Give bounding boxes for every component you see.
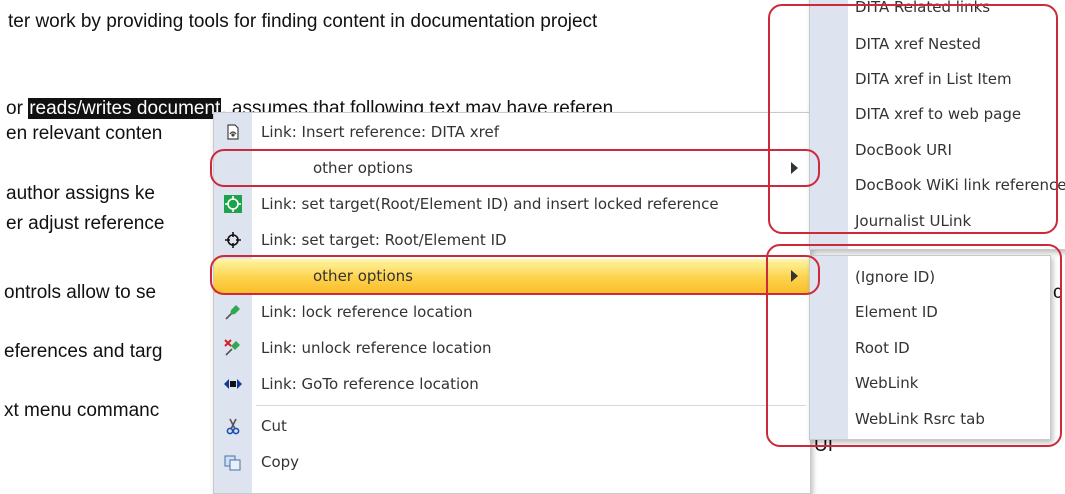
menu-item-copy[interactable]: Copy <box>214 445 810 479</box>
submenu-item-dita-xref-nested[interactable]: DITA xref Nested <box>810 27 1065 61</box>
submenu-item-label: (Ignore ID) <box>855 268 936 286</box>
submenu-item-label: Element ID <box>855 303 938 321</box>
submenu-item-element-id[interactable]: Element ID <box>810 295 1050 329</box>
submenu-item-label: WebLink <box>855 374 919 392</box>
submenu-item-label: DITA xref in List Item <box>855 70 1012 88</box>
doc-line-8: xt menu commanc <box>4 400 160 421</box>
unpin-icon <box>224 339 242 357</box>
menu-item-insert-dita-xref[interactable]: Link: Insert reference: DITA xref <box>214 115 810 149</box>
doc-line-4: author assigns ke <box>6 183 155 204</box>
submenu-item-dita-xref-web-page[interactable]: DITA xref to web page <box>810 97 1065 131</box>
submenu-item-docbook-wiki-link[interactable]: DocBook WiKi link reference <box>810 168 1065 202</box>
submenu-item-weblink-rsrc-tab[interactable]: WebLink Rsrc tab <box>810 402 1050 436</box>
submenu-item-label: DocBook WiKi link reference <box>855 176 1065 194</box>
context-menu: Link: Insert reference: DITA xref other … <box>213 112 811 494</box>
copy-icon <box>224 453 242 471</box>
submenu-item-root-id[interactable]: Root ID <box>810 331 1050 365</box>
doc-line-6: ontrols allow to se <box>4 282 157 303</box>
submenu-item-label: DITA xref to web page <box>855 105 1022 123</box>
menu-item-label: other options <box>313 159 413 177</box>
menu-item-lock-reference[interactable]: Link: lock reference location <box>214 295 810 329</box>
menu-item-label: Link: lock reference location <box>261 303 473 321</box>
submenu-item-ignore-id[interactable]: (Ignore ID) <box>810 260 1050 294</box>
menu-item-label: Link: GoTo reference location <box>261 375 479 393</box>
menu-item-label: Copy <box>261 453 300 471</box>
green-pin-icon <box>224 303 242 321</box>
submenu-item-label: WebLink Rsrc tab <box>855 410 985 428</box>
menu-item-other-options-2[interactable]: other options <box>214 259 810 293</box>
menu-separator <box>256 405 806 406</box>
scissors-icon <box>224 417 242 435</box>
menu-item-label: Cut <box>261 417 287 435</box>
doc-line-9: c <box>1053 282 1063 303</box>
menu-item-label: Link: Insert reference: DITA xref <box>261 123 500 141</box>
menu-item-label: Link: set target: Root/Element ID <box>261 231 507 249</box>
selected-text[interactable]: reads/writes document <box>28 98 222 119</box>
doc-line-7: eferences and targ <box>4 341 163 362</box>
menu-item-set-target-root-element[interactable]: Link: set target: Root/Element ID <box>214 223 810 257</box>
menu-item-label: Link: unlock reference location <box>261 339 492 357</box>
submenu-item-label: DITA Related links <box>855 0 991 16</box>
submenu-target-types: (Ignore ID) Element ID Root ID WebLink W… <box>809 255 1051 440</box>
submenu-arrow-icon <box>791 270 798 282</box>
submenu-item-dita-xref-list-item[interactable]: DITA xref in List Item <box>810 62 1065 96</box>
submenu-item-label: DocBook URI <box>855 141 952 159</box>
goto-location-icon <box>224 375 242 393</box>
submenu-item-dita-related-links[interactable]: DITA Related links <box>810 0 1065 24</box>
menu-item-label: other options <box>313 267 413 285</box>
menu-item-other-options-1[interactable]: other options <box>214 151 810 185</box>
menu-item-unlock-reference[interactable]: Link: unlock reference location <box>214 331 810 365</box>
submenu-item-label: DITA xref Nested <box>855 35 981 53</box>
doc-line-5: er adjust reference <box>6 213 165 234</box>
doc-line-1: ter work by providing tools for finding … <box>8 11 598 32</box>
insert-reference-icon <box>224 123 242 141</box>
submenu-item-journalist-ulink[interactable]: Journalist ULink <box>810 204 1065 238</box>
submenu-item-label: Journalist ULink <box>855 212 972 230</box>
doc-line-3: en relevant conten <box>6 123 163 144</box>
menu-item-label: Link: set target(Root/Element ID) and in… <box>261 195 719 213</box>
submenu-item-weblink[interactable]: WebLink <box>810 366 1050 400</box>
crosshair-target-icon <box>224 231 242 249</box>
submenu-arrow-icon <box>791 162 798 174</box>
target-locked-reference-icon <box>224 195 242 213</box>
submenu-item-label: Root ID <box>855 339 910 357</box>
doc-line-2-prefix: or <box>6 98 29 119</box>
menu-item-goto-reference[interactable]: Link: GoTo reference location <box>214 367 810 401</box>
menu-item-cut[interactable]: Cut <box>214 409 810 443</box>
submenu-reference-types: DITA Related links DITA xref Nested DITA… <box>809 0 1065 250</box>
submenu-item-docbook-uri[interactable]: DocBook URI <box>810 133 1065 167</box>
menu-item-set-target-insert-locked[interactable]: Link: set target(Root/Element ID) and in… <box>214 187 810 221</box>
